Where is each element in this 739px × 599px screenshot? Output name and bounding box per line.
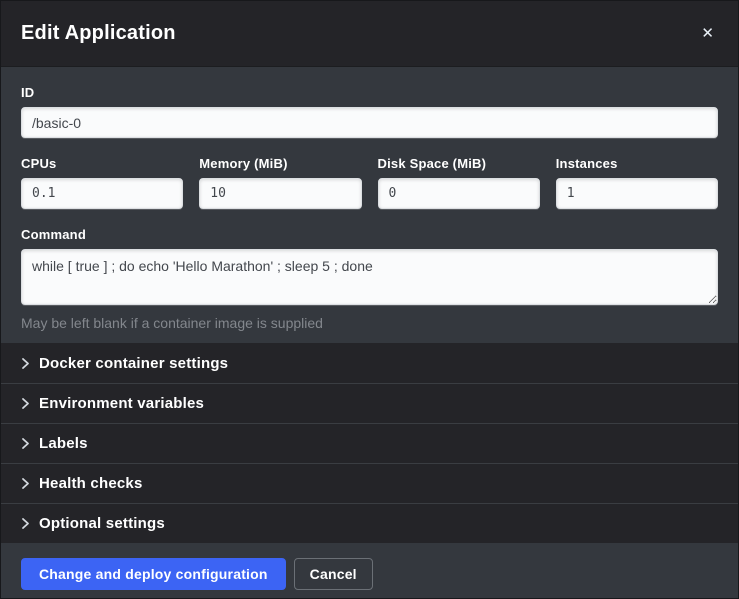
modal-title: Edit Application [21,22,176,45]
change-and-deploy-button[interactable]: Change and deploy configuration [21,558,286,590]
cpus-label: CPUs [21,156,183,171]
chevron-right-icon [21,437,30,450]
section-health-checks[interactable]: Health checks [1,463,738,503]
section-label: Docker container settings [39,355,228,372]
application-form: ID CPUs Memory (MiB) Disk Space (MiB) In… [1,67,738,343]
chevron-right-icon [21,477,30,490]
instances-field-group: Instances [556,156,718,209]
section-optional-settings[interactable]: Optional settings [1,503,738,543]
section-label: Environment variables [39,395,204,412]
disk-field-group: Disk Space (MiB) [378,156,540,209]
memory-label: Memory (MiB) [199,156,361,171]
memory-field-group: Memory (MiB) [199,156,361,209]
id-field-group: ID [21,85,718,138]
edit-application-modal: Edit Application ✕ ID CPUs Memory (MiB) … [0,0,739,599]
chevron-right-icon [21,357,30,370]
cpus-field-group: CPUs [21,156,183,209]
section-label: Labels [39,435,88,452]
cpus-input[interactable] [21,178,183,209]
chevron-right-icon [21,517,30,530]
disk-input[interactable] [378,178,540,209]
id-input[interactable] [21,107,718,138]
section-environment-variables[interactable]: Environment variables [1,383,738,423]
resources-row: CPUs Memory (MiB) Disk Space (MiB) Insta… [21,156,718,209]
collapsible-sections: Docker container settings Environment va… [1,343,738,543]
cancel-button[interactable]: Cancel [294,558,373,590]
disk-label: Disk Space (MiB) [378,156,540,171]
section-label: Health checks [39,475,142,492]
command-label: Command [21,227,718,242]
id-label: ID [21,85,718,100]
close-icon[interactable]: ✕ [697,22,718,45]
command-field-group: Command while [ true ] ; do echo 'Hello … [21,227,718,331]
instances-label: Instances [556,156,718,171]
section-docker-container-settings[interactable]: Docker container settings [1,343,738,383]
command-textarea[interactable]: while [ true ] ; do echo 'Hello Marathon… [21,249,718,305]
modal-header: Edit Application ✕ [1,1,738,67]
instances-input[interactable] [556,178,718,209]
section-labels[interactable]: Labels [1,423,738,463]
section-label: Optional settings [39,515,165,532]
command-helper-text: May be left blank if a container image i… [21,315,718,331]
memory-input[interactable] [199,178,361,209]
chevron-right-icon [21,397,30,410]
modal-footer: Change and deploy configuration Cancel [1,543,738,599]
